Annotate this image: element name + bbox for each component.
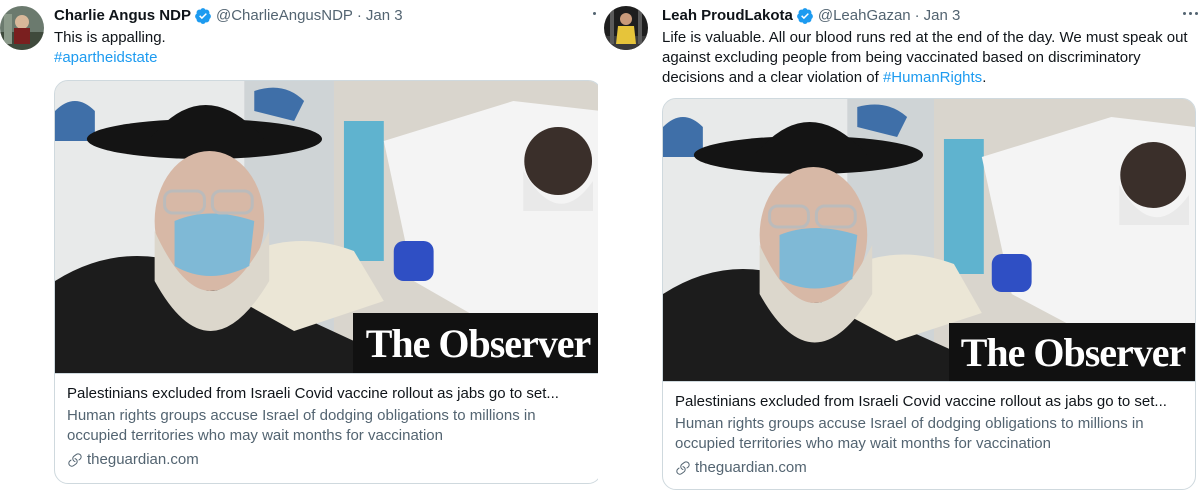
- card-domain: theguardian.com: [675, 458, 1183, 478]
- card-image: The Observer: [55, 81, 601, 373]
- link-icon: [68, 453, 82, 467]
- card-title[interactable]: Palestinians excluded from Israeli Covid…: [67, 384, 589, 404]
- card-domain-text[interactable]: theguardian.com: [695, 458, 807, 478]
- separator-dot: ·: [914, 7, 920, 24]
- link-preview-card[interactable]: The Observer Palestinians excluded from …: [662, 98, 1196, 490]
- tweet-text: Life is valuable. All our blood runs red…: [662, 28, 1198, 88]
- card-text-block: Palestinians excluded from Israeli Covid…: [55, 373, 601, 470]
- author-name[interactable]: Leah ProudLakota: [662, 6, 793, 26]
- tweet-text: This is appalling. #apartheidstate: [54, 28, 594, 68]
- hashtag-link[interactable]: #apartheidstate: [54, 48, 594, 68]
- card-domain: theguardian.com: [67, 450, 589, 470]
- tweet-leah-gazan[interactable]: Leah ProudLakota @LeahGazan · Jan 3 Life…: [600, 0, 1200, 498]
- tweet-header: Leah ProudLakota @LeahGazan · Jan 3: [662, 6, 960, 26]
- card-text-block: Palestinians excluded from Israeli Covid…: [663, 381, 1195, 478]
- tweet-date[interactable]: Jan 3: [924, 6, 961, 26]
- card-domain-text[interactable]: theguardian.com: [87, 450, 199, 470]
- author-name[interactable]: Charlie Angus NDP: [54, 6, 191, 26]
- more-options-icon[interactable]: [1178, 8, 1198, 18]
- more-options-icon[interactable]: [576, 8, 596, 18]
- card-image: The Observer: [663, 99, 1195, 381]
- tweet-header: Charlie Angus NDP @CharlieAngusNDP · Jan…: [54, 6, 403, 26]
- tweet-text-end: .: [982, 69, 987, 86]
- author-handle[interactable]: @LeahGazan: [818, 6, 911, 26]
- author-avatar[interactable]: [0, 6, 44, 50]
- card-description: Human rights groups accuse Israel of dod…: [67, 407, 536, 444]
- hashtag-link[interactable]: #HumanRights: [883, 69, 982, 86]
- observer-logo: The Observer: [949, 323, 1195, 381]
- separator-dot: ·: [356, 7, 362, 24]
- card-description: Human rights groups accuse Israel of dod…: [675, 415, 1144, 452]
- observer-logo: The Observer: [353, 313, 601, 373]
- tweet-charlie-angus[interactable]: Charlie Angus NDP @CharlieAngusNDP · Jan…: [0, 0, 602, 498]
- card-title[interactable]: Palestinians excluded from Israeli Covid…: [675, 392, 1183, 412]
- link-icon: [676, 461, 690, 475]
- tweet-date[interactable]: Jan 3: [366, 6, 403, 26]
- verified-badge-icon: [796, 8, 813, 24]
- author-avatar[interactable]: [604, 6, 648, 50]
- avatar-image: [0, 6, 44, 50]
- link-preview-card[interactable]: The Observer Palestinians excluded from …: [54, 80, 602, 484]
- tweet-text-line: This is appalling.: [54, 29, 166, 46]
- avatar-image: [604, 6, 648, 50]
- verified-badge-icon: [195, 8, 211, 24]
- author-handle[interactable]: @CharlieAngusNDP: [216, 6, 353, 26]
